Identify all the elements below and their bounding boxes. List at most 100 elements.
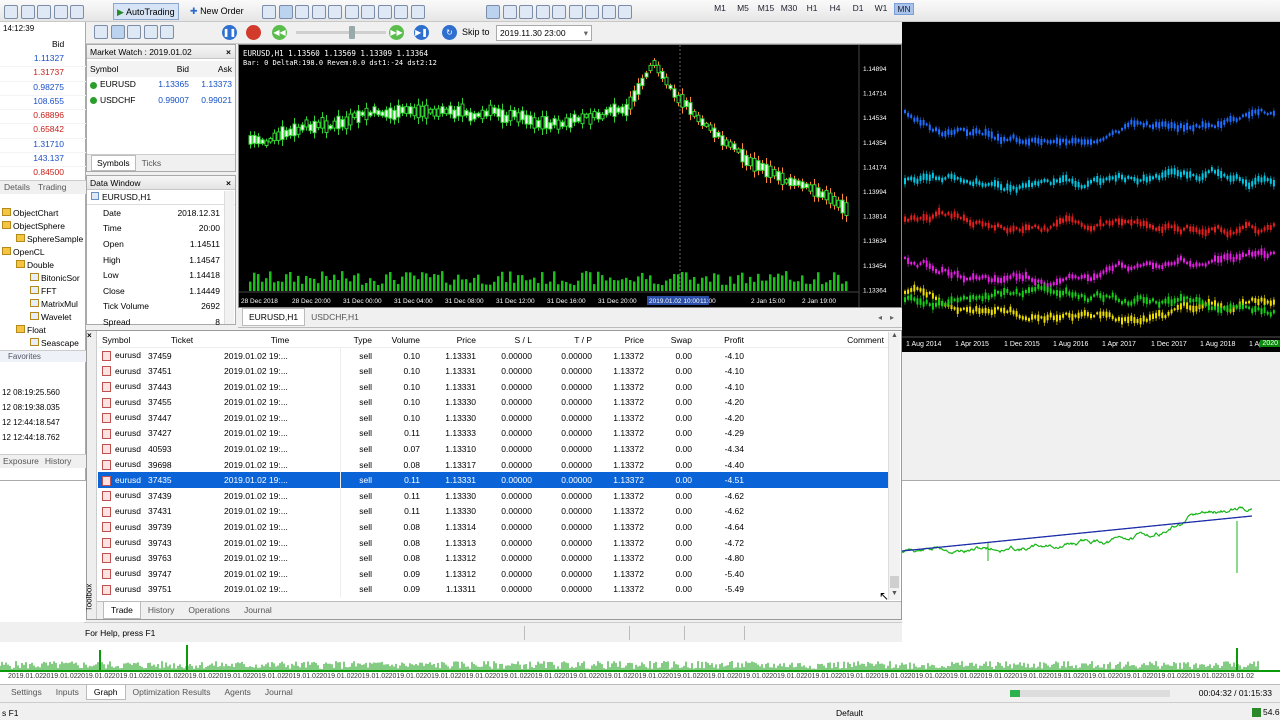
- timeframe-mn[interactable]: MN: [894, 3, 914, 15]
- shapes-icon[interactable]: [618, 4, 633, 19]
- tab-journal[interactable]: Journal: [237, 602, 279, 618]
- templates-icon[interactable]: [410, 4, 425, 19]
- favorites-tab[interactable]: Favorites: [0, 350, 86, 362]
- tree-item[interactable]: Double: [0, 260, 86, 273]
- trade-scrollbar[interactable]: ▲ ▼: [888, 332, 900, 600]
- trade-row[interactable]: eurusd 39747 2019.01.02 19:... sell 0.09 1.13…: [98, 565, 888, 582]
- trade-row[interactable]: eurusd 39698 2019.01.02 19:... sell 0.08 1.13…: [98, 456, 888, 473]
- timeframe-h4[interactable]: H4: [825, 3, 845, 13]
- tester-zoom-out-icon[interactable]: [160, 25, 175, 39]
- chart-line-icon[interactable]: [127, 25, 142, 39]
- skip-to-date-input[interactable]: 2019.11.30 23:00 ▾: [496, 25, 592, 41]
- tab-history[interactable]: History: [141, 602, 181, 618]
- skip-to-icon[interactable]: ↻: [442, 25, 457, 40]
- tree-item[interactable]: MatrixMul: [0, 299, 86, 312]
- pause-icon[interactable]: ❚❚: [222, 25, 237, 40]
- tester-tab-settings[interactable]: Settings: [4, 685, 49, 699]
- trade-col-tp[interactable]: T / P: [536, 332, 596, 349]
- vertical-line-icon[interactable]: [519, 4, 534, 19]
- fast-forward-icon[interactable]: ▶▶: [389, 25, 404, 40]
- mw-col-bid[interactable]: Bid: [149, 61, 192, 77]
- channel-icon[interactable]: [568, 4, 583, 19]
- zoom-out-icon[interactable]: [328, 4, 343, 19]
- tree-item[interactable]: ObjectChart: [0, 208, 86, 221]
- timeframe-d1[interactable]: D1: [848, 3, 868, 13]
- tester-tab-inputs[interactable]: Inputs: [49, 685, 86, 699]
- scroll-down-icon[interactable]: ▼: [891, 590, 898, 597]
- chart-candles-icon[interactable]: [110, 25, 125, 39]
- trade-col-price[interactable]: Price: [596, 332, 648, 349]
- tab-symbols[interactable]: Symbols: [91, 155, 136, 171]
- close-icon[interactable]: ×: [226, 176, 231, 190]
- tree-item[interactable]: OpenCL: [0, 247, 86, 260]
- candlestick-icon[interactable]: [278, 4, 293, 19]
- eurusd-chart[interactable]: EURUSD,H1 1.13560 1.13569 1.13309 1.1336…: [238, 44, 902, 308]
- chart-shift-icon[interactable]: [377, 4, 392, 19]
- trade-col-symbol[interactable]: Symbol: [98, 332, 144, 349]
- trade-row[interactable]: eurusd 39763 2019.01.02 19:... sell 0.08 1.13…: [98, 550, 888, 566]
- trade-col-swap[interactable]: Swap: [648, 332, 696, 349]
- mw-row[interactable]: USDCHF 0.99007 0.99021: [87, 92, 235, 108]
- trade-row[interactable]: eurusd 37427 2019.01.02 19:... sell 0.11 1.13…: [98, 425, 888, 442]
- tab-trade[interactable]: Trade: [103, 602, 141, 619]
- trade-row[interactable]: eurusd 39739 2019.01.02 19:... sell 0.08 1.13…: [98, 519, 888, 535]
- tile-windows-icon[interactable]: [344, 4, 359, 19]
- trade-row[interactable]: eurusd 39743 2019.01.02 19:... sell 0.08 1.13…: [98, 534, 888, 551]
- timeframe-h1[interactable]: H1: [802, 3, 822, 13]
- tree-item[interactable]: ObjectSphere: [0, 221, 86, 234]
- stop-icon[interactable]: [246, 25, 261, 40]
- close-icon[interactable]: ×: [226, 45, 231, 59]
- line-chart-icon[interactable]: [295, 4, 310, 19]
- scroll-up-icon[interactable]: ▲: [891, 332, 898, 339]
- trade-row[interactable]: eurusd 37439 2019.01.02 19:... sell 0.11 1.13…: [98, 487, 888, 504]
- trade-col-price[interactable]: Price: [424, 332, 480, 349]
- trade-row[interactable]: eurusd 37451 2019.01.02 19:... sell 0.10 1.13…: [98, 363, 888, 379]
- bar-chart-icon[interactable]: [262, 4, 276, 19]
- calendar-icon[interactable]: ▾: [584, 26, 588, 40]
- mw-row[interactable]: EURUSD 1.13365 1.13373: [87, 77, 235, 93]
- data-window-icon[interactable]: [70, 4, 85, 19]
- profiles-icon[interactable]: [20, 4, 35, 19]
- mw-col-ask[interactable]: Ask: [192, 61, 235, 77]
- mw-col-symbol[interactable]: Symbol: [87, 61, 149, 77]
- tabs-scroll-left-icon[interactable]: ◂: [878, 313, 882, 322]
- new-order-button[interactable]: ✚ New Order: [190, 3, 244, 19]
- tree-item[interactable]: SphereSample: [0, 234, 86, 247]
- trade-col-sl[interactable]: S / L: [480, 332, 536, 349]
- tab-details[interactable]: Details: [0, 181, 34, 193]
- zoom-in-icon[interactable]: [311, 4, 326, 19]
- tab-eurusd-h1[interactable]: EURUSD,H1: [242, 308, 306, 326]
- timeframe-m1[interactable]: M1: [710, 3, 730, 13]
- tree-item[interactable]: FFT: [0, 286, 86, 299]
- close-icon[interactable]: ×: [87, 331, 92, 340]
- tester-tab-journal[interactable]: Journal: [258, 685, 300, 699]
- tab-ticks[interactable]: Ticks: [136, 156, 168, 170]
- tab-operations[interactable]: Operations: [181, 602, 237, 618]
- tree-item[interactable]: BitonicSor: [0, 273, 86, 286]
- speed-slider-handle[interactable]: [349, 26, 355, 39]
- timeframe-w1[interactable]: W1: [871, 3, 891, 13]
- trade-row[interactable]: eurusd 37435 2019.01.02 19:... sell 0.11 1.13…: [98, 472, 888, 488]
- cursor-icon[interactable]: [486, 4, 500, 19]
- market-watch-icon[interactable]: [37, 4, 52, 19]
- tab-usdchf-h1[interactable]: USDCHF,H1: [305, 309, 365, 325]
- step-forward-icon[interactable]: ▶❚: [414, 25, 429, 40]
- autoscroll-icon[interactable]: [361, 4, 376, 19]
- tester-zoom-in-icon[interactable]: [143, 25, 158, 39]
- rewind-icon[interactable]: ◀◀: [272, 25, 287, 40]
- trade-col-ticket[interactable]: Ticket: [144, 332, 220, 349]
- trade-row[interactable]: eurusd 37431 2019.01.02 19:... sell 0.11 1.13…: [98, 503, 888, 520]
- trade-col-time[interactable]: Time: [220, 332, 340, 349]
- trade-col-type[interactable]: Type: [340, 332, 376, 349]
- chart-bars-icon[interactable]: [94, 25, 108, 39]
- indicators-icon[interactable]: [394, 4, 409, 19]
- tester-tab-agents[interactable]: Agents: [217, 685, 257, 699]
- data-window-scrollbar[interactable]: [224, 191, 234, 324]
- tab-trading[interactable]: Trading: [34, 181, 71, 193]
- timeframe-m15[interactable]: M15: [756, 3, 776, 13]
- timeframe-m5[interactable]: M5: [733, 3, 753, 13]
- scroll-thumb[interactable]: [890, 576, 899, 588]
- trendline-icon[interactable]: [552, 4, 567, 19]
- tester-tab-optimization-results[interactable]: Optimization Results: [126, 685, 218, 699]
- tester-tab-graph[interactable]: Graph: [85, 685, 126, 700]
